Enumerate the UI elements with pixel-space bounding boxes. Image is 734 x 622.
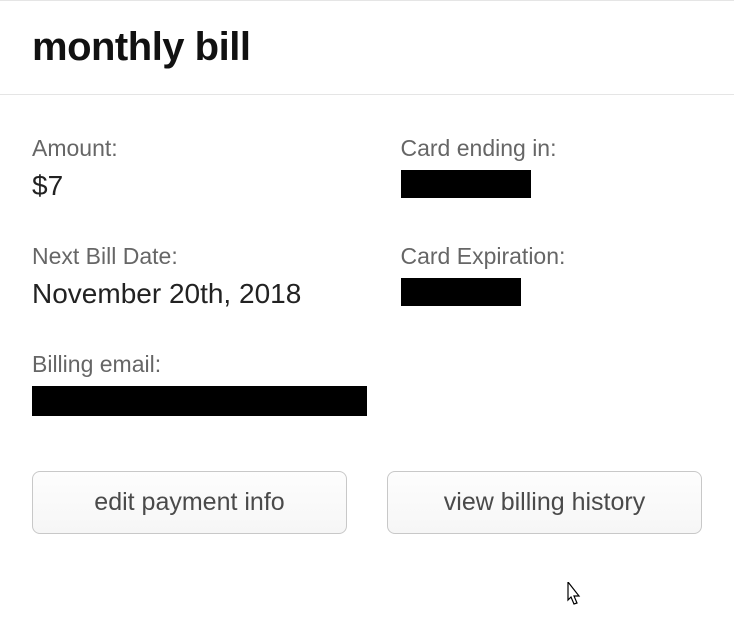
billing-row-1: Amount: $7 Card ending in: <box>32 135 702 205</box>
card-expiration-field: Card Expiration: <box>401 243 703 313</box>
card-ending-label: Card ending in: <box>401 135 703 162</box>
page-header: monthly bill <box>0 1 734 95</box>
card-expiration-value <box>401 278 703 313</box>
edit-payment-button[interactable]: edit payment info <box>32 471 347 534</box>
billing-email-field: Billing email: <box>32 351 702 423</box>
amount-value: $7 <box>32 170 401 202</box>
billing-actions: edit payment info view billing history <box>32 471 702 534</box>
pointer-cursor-icon <box>560 582 586 617</box>
redacted-card-ending <box>401 170 531 198</box>
view-billing-history-button[interactable]: view billing history <box>387 471 702 534</box>
billing-row-2: Next Bill Date: November 20th, 2018 Card… <box>32 243 702 313</box>
amount-label: Amount: <box>32 135 401 162</box>
amount-field: Amount: $7 <box>32 135 401 205</box>
card-ending-value <box>401 170 703 205</box>
billing-content: Amount: $7 Card ending in: Next Bill Dat… <box>0 95 734 554</box>
card-ending-field: Card ending in: <box>401 135 703 205</box>
page-title: monthly bill <box>32 25 702 70</box>
redacted-card-expiration <box>401 278 521 306</box>
next-bill-field: Next Bill Date: November 20th, 2018 <box>32 243 401 313</box>
redacted-billing-email <box>32 386 367 416</box>
next-bill-value: November 20th, 2018 <box>32 278 401 310</box>
billing-email-value <box>32 386 702 423</box>
billing-row-3: Billing email: <box>32 351 702 423</box>
card-expiration-label: Card Expiration: <box>401 243 703 270</box>
billing-page: monthly bill Amount: $7 Card ending in: … <box>0 0 734 554</box>
billing-email-label: Billing email: <box>32 351 702 378</box>
next-bill-label: Next Bill Date: <box>32 243 401 270</box>
